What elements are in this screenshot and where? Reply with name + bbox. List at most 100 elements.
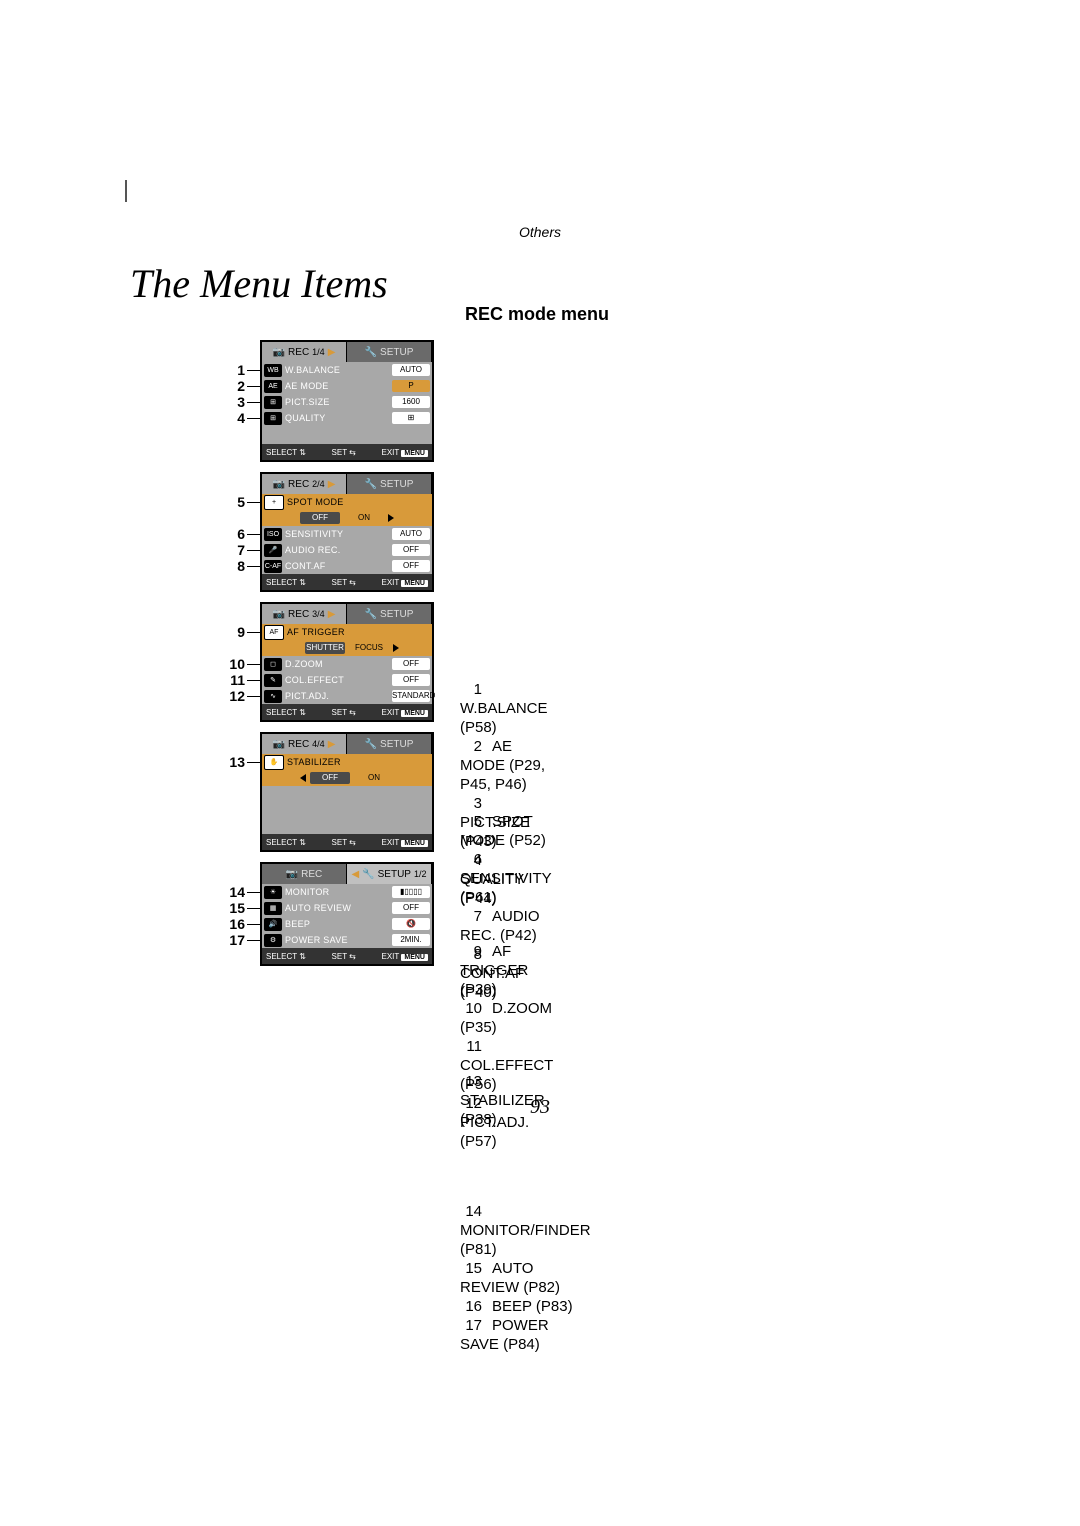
definition-line: 2AE MODE (P29, P45, P46): [460, 737, 548, 794]
updown-icon: ⇅: [297, 952, 306, 961]
row-label: AF TRIGGER: [287, 627, 430, 637]
row-label: AE MODE: [285, 381, 392, 391]
row-label: PICT.SIZE: [285, 397, 392, 407]
menu-nav-bar: SELECT ⇅ SET ⇆ EXIT MENU: [262, 948, 432, 964]
menu-row: ◻ D.ZOOM OFF: [262, 656, 432, 672]
definition-line: 5SPOT MODE (P52): [460, 812, 551, 850]
definition-number: 5: [460, 812, 482, 831]
leftright-icon: ⇆: [347, 952, 356, 961]
definition-number: 1: [460, 680, 482, 699]
row-value: AUTO: [392, 364, 430, 376]
callout-number: 10: [225, 656, 245, 672]
arrow-right-icon: [388, 514, 394, 522]
camera-menu-screen: 📷REC 2/4 ▶🔧SETUP + SPOT MODE OFF ON ISO …: [260, 472, 434, 592]
definition-number: 13: [460, 1072, 482, 1091]
menu-screenshots-column: 📷REC 1/4 ▶🔧SETUP WB W.BALANCE AUTO AE AE…: [260, 340, 430, 976]
setup-tab: 🔧SETUP: [347, 474, 432, 494]
row-label: PICT.ADJ.: [285, 691, 392, 701]
camera-icon: 📷: [273, 347, 285, 358]
callout-number: 13: [225, 754, 245, 770]
setup-tab: 🔧SETUP: [347, 734, 432, 754]
rec-tab: 📷REC: [262, 864, 347, 884]
definition-text: W.BALANCE (P58): [460, 700, 548, 736]
menu-row: AE AE MODE P: [262, 378, 432, 394]
rec-tab: 📷REC 2/4 ▶: [262, 474, 347, 494]
row-label: MONITOR: [285, 887, 392, 897]
camera-icon: 📷: [286, 869, 298, 880]
row-icon: ISO: [264, 528, 282, 541]
wrench-icon: 🔧: [365, 609, 377, 620]
row-label: AUDIO REC.: [285, 545, 392, 555]
camera-menu-screen: 📷REC 3/4 ▶🔧SETUP AF AF TRIGGER SHUTTER F…: [260, 602, 434, 722]
menu-button-icon: MENU: [401, 710, 428, 717]
callout-leader: [247, 908, 260, 909]
callout-number: 15: [225, 900, 245, 916]
row-value: ⊞: [392, 412, 430, 424]
definition-line: 13STABILIZER (P38): [460, 1072, 545, 1129]
option-pill: SHUTTER: [305, 642, 345, 654]
menu-nav-bar: SELECT ⇅ SET ⇆ EXIT MENU: [262, 574, 432, 590]
definition-line: 7AUDIO REC. (P42): [460, 907, 551, 945]
rec-tab: 📷REC 3/4 ▶: [262, 604, 347, 624]
row-icon: ✋: [264, 755, 284, 770]
row-label: D.ZOOM: [285, 659, 392, 669]
callout-leader: [247, 924, 260, 925]
menu-nav-bar: SELECT ⇅ SET ⇆ EXIT MENU: [262, 834, 432, 850]
callout-number: 11: [225, 672, 245, 688]
menu-row: ⊞ QUALITY ⊞: [262, 410, 432, 426]
callout-leader: [247, 940, 260, 941]
definition-number: 14: [460, 1202, 482, 1221]
definition-text: BEEP (P83): [492, 1298, 573, 1315]
callout-number: 2: [225, 378, 245, 394]
row-icon: 🔊: [264, 918, 282, 931]
leftright-icon: ⇆: [347, 448, 356, 457]
definition-text: STABILIZER (P38): [460, 1092, 545, 1128]
row-value: OFF: [392, 560, 430, 572]
definition-number: 15: [460, 1259, 482, 1278]
callout-number: 14: [225, 884, 245, 900]
arrow-right-icon: [393, 644, 399, 652]
updown-icon: ⇅: [297, 578, 306, 587]
camera-menu-screen: 📷REC 1/4 ▶🔧SETUP WB W.BALANCE AUTO AE AE…: [260, 340, 434, 462]
menu-row: ISO SENSITIVITY AUTO: [262, 526, 432, 542]
definition-number: 7: [460, 907, 482, 926]
definition-number: 16: [460, 1297, 482, 1316]
callout-leader: [247, 762, 260, 763]
wrench-icon: 🔧: [365, 347, 377, 358]
callout-number: 3: [225, 394, 245, 410]
row-label: CONT.AF: [285, 561, 392, 571]
menu-row: ⊞ PICT.SIZE 1600: [262, 394, 432, 410]
wrench-icon: 🔧: [362, 869, 374, 880]
definition-line: 15AUTO REVIEW (P82): [460, 1259, 591, 1297]
option-pill-selected: ON: [344, 512, 384, 524]
callout-leader: [247, 696, 260, 697]
row-label: SPOT MODE: [287, 497, 430, 507]
row-icon: ∿: [264, 690, 282, 703]
menu-button-icon: MENU: [401, 954, 428, 961]
camera-icon: 📷: [273, 739, 285, 750]
option-pills: OFF ON: [262, 770, 432, 786]
callout-number: 8: [225, 558, 245, 574]
leftright-icon: ⇆: [347, 838, 356, 847]
definition-text: MONITOR/FINDER (P81): [460, 1222, 591, 1258]
section-heading: REC mode menu: [465, 304, 609, 325]
row-icon: ☀: [264, 886, 282, 899]
camera-icon: 📷: [273, 479, 285, 490]
menu-row: WB W.BALANCE AUTO: [262, 362, 432, 378]
option-pill: OFF: [300, 512, 340, 524]
camera-menu-screen: 📷REC 4/4 ▶🔧SETUP ✋ STABILIZER OFF ON SEL…: [260, 732, 434, 852]
menu-row: ✋ STABILIZER: [262, 754, 432, 770]
row-value: OFF: [392, 544, 430, 556]
camera-icon: 📷: [273, 609, 285, 620]
definition-line: 1W.BALANCE (P58): [460, 680, 548, 737]
callout-number: 4: [225, 410, 245, 426]
callout-leader: [247, 892, 260, 893]
callout-leader: [247, 386, 260, 387]
menu-nav-bar: SELECT ⇅ SET ⇆ EXIT MENU: [262, 704, 432, 720]
definition-number: 9: [460, 942, 482, 961]
callout-number: 1: [225, 362, 245, 378]
row-label: STABILIZER: [287, 757, 430, 767]
menu-row: ⚙ POWER SAVE 2MIN.: [262, 932, 432, 948]
row-value: OFF: [392, 658, 430, 670]
definition-number: 6: [460, 850, 482, 869]
